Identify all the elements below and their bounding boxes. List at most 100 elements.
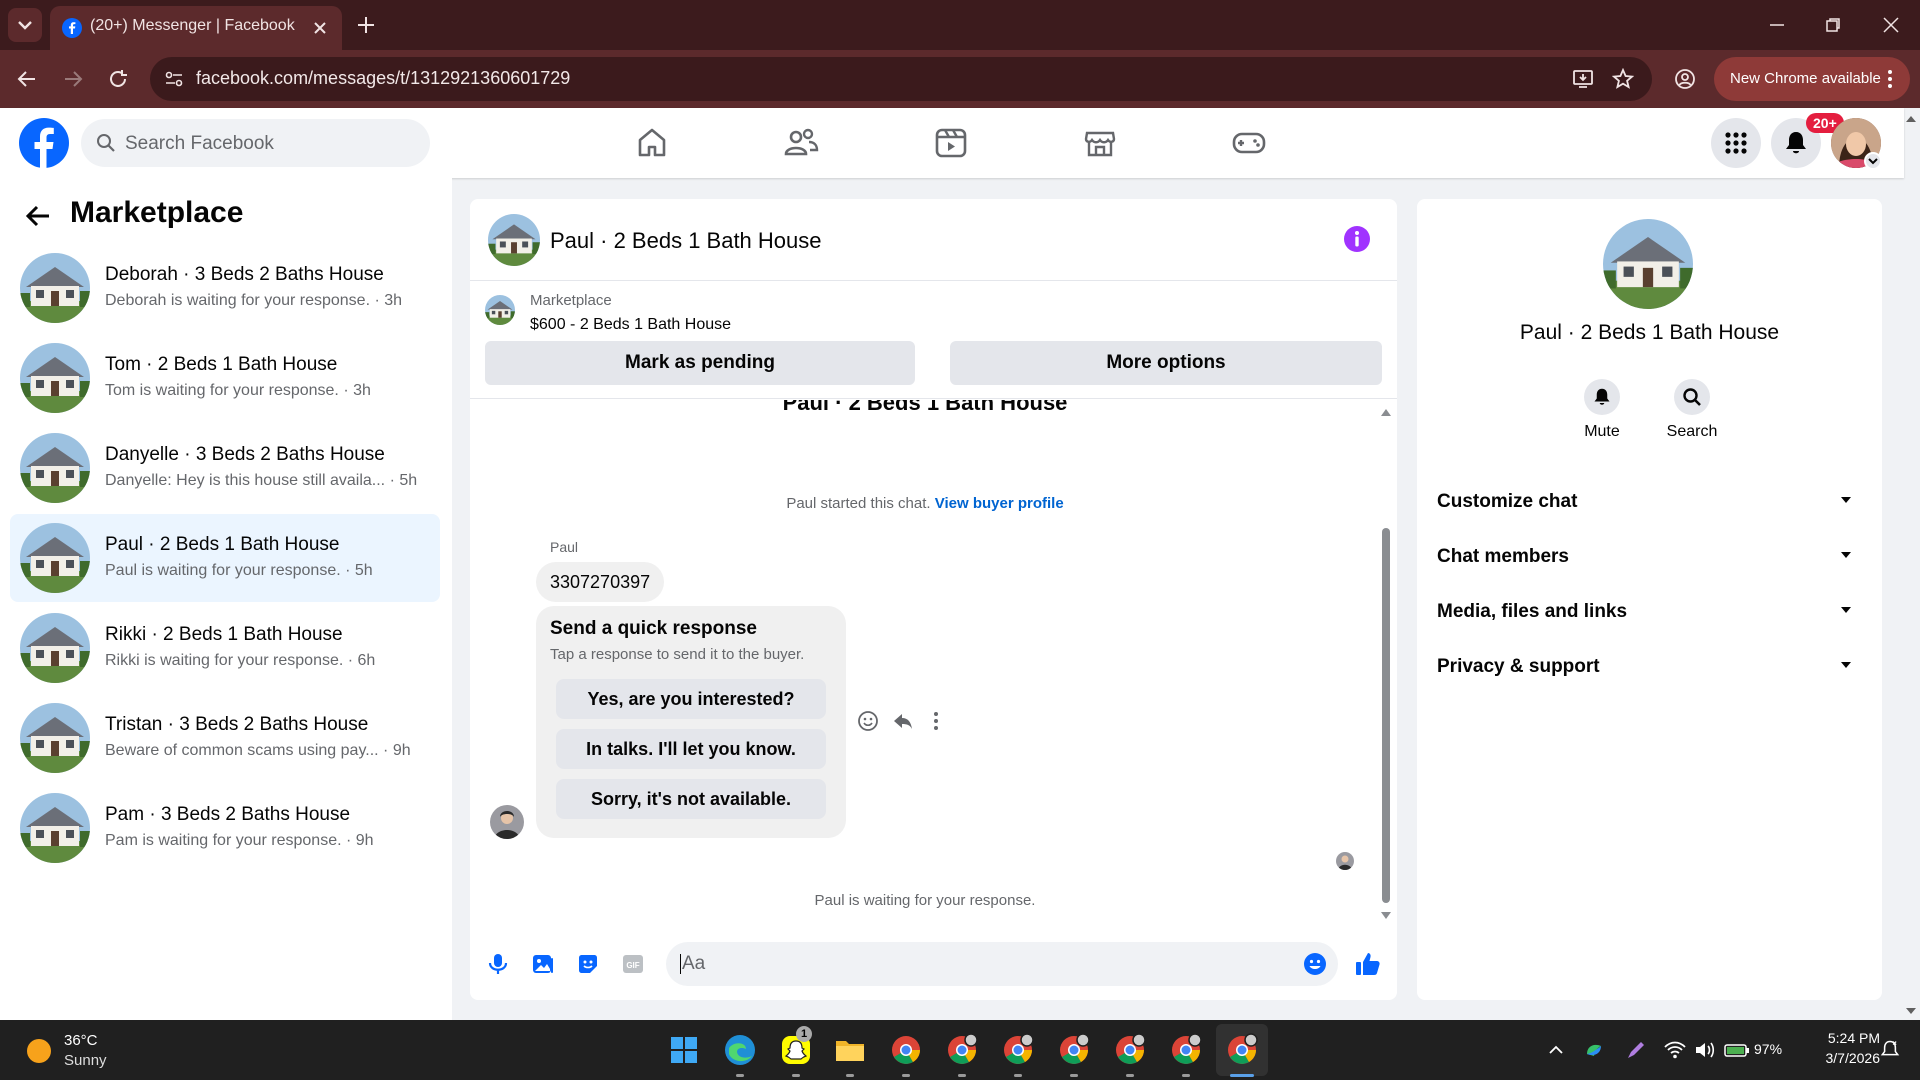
- chrome-icon[interactable]: [1166, 1030, 1206, 1070]
- volume-icon[interactable]: [1694, 1040, 1716, 1060]
- copilot-icon[interactable]: [1584, 1040, 1604, 1060]
- back-arrow-icon[interactable]: [24, 202, 52, 230]
- facebook-logo-icon[interactable]: [19, 118, 69, 168]
- conversation-item[interactable]: Danyelle · 3 Beds 2 Baths House Danyelle:…: [10, 424, 440, 512]
- tab-search-button[interactable]: [8, 8, 42, 42]
- conversation-item[interactable]: Rikki · 2 Beds 1 Bath House Rikki is wait…: [10, 604, 440, 692]
- chat-scrollbar-thumb[interactable]: [1382, 528, 1390, 903]
- more-actions-icon[interactable]: [932, 710, 940, 732]
- bookmark-star-icon[interactable]: [1612, 68, 1634, 90]
- chat-avatar[interactable]: [488, 214, 540, 266]
- clock[interactable]: 5:24 PM 3/7/2026: [1800, 1028, 1881, 1072]
- friends-icon[interactable]: [780, 122, 822, 164]
- chat-members-section[interactable]: Chat members: [1437, 536, 1862, 576]
- quick-response-in-talks[interactable]: In talks. I'll let you know.: [556, 729, 826, 769]
- page-scroll-down-icon[interactable]: [1904, 1004, 1918, 1018]
- wifi-icon[interactable]: [1664, 1040, 1686, 1060]
- chrome-icon[interactable]: [1110, 1030, 1150, 1070]
- thumbs-up-icon[interactable]: [1354, 950, 1382, 978]
- microphone-icon[interactable]: [486, 952, 510, 976]
- reply-icon[interactable]: [892, 710, 914, 732]
- message-input[interactable]: Aa: [666, 942, 1338, 986]
- back-icon[interactable]: [16, 68, 38, 90]
- conversation-avatar: [20, 433, 90, 503]
- forward-icon[interactable]: [62, 68, 84, 90]
- conversation-item[interactable]: Deborah · 3 Beds 2 Baths House Deborah is…: [10, 244, 440, 332]
- minimize-icon[interactable]: [1768, 16, 1786, 34]
- page-scroll-up-icon[interactable]: [1904, 112, 1918, 126]
- search-in-chat-button[interactable]: Search: [1662, 379, 1722, 449]
- conversation-item[interactable]: Pam · 3 Beds 2 Baths House Pam is waiting…: [10, 784, 440, 872]
- read-receipt-avatar: [1336, 852, 1354, 870]
- conversation-item[interactable]: Paul · 2 Beds 1 Bath House Paul is waitin…: [10, 514, 440, 602]
- close-window-icon[interactable]: [1882, 16, 1900, 34]
- kebab-menu-icon[interactable]: [1886, 69, 1894, 89]
- pen-icon[interactable]: [1626, 1040, 1646, 1060]
- mute-circle: [1584, 379, 1620, 415]
- details-avatar[interactable]: [1603, 219, 1693, 309]
- video-icon[interactable]: [930, 122, 972, 164]
- chrome-icon[interactable]: [942, 1030, 982, 1070]
- bell-icon: [1594, 388, 1610, 405]
- conversation-item[interactable]: Tom · 2 Beds 1 Bath House Tom is waiting …: [10, 334, 440, 422]
- taskbar-indicator: [958, 1074, 966, 1077]
- chevron-down-icon: [1841, 662, 1851, 668]
- conversation-preview: Paul is waiting for your response. · 5h: [105, 562, 373, 579]
- close-tab-icon[interactable]: [312, 20, 328, 36]
- privacy-support-section[interactable]: Privacy & support: [1437, 646, 1862, 686]
- chrome-icon[interactable]: [998, 1030, 1038, 1070]
- quick-response-not-available[interactable]: Sorry, it's not available.: [556, 779, 826, 819]
- more-options-button[interactable]: More options: [950, 341, 1382, 385]
- chrome-icon[interactable]: [1054, 1030, 1094, 1070]
- sender-avatar[interactable]: [490, 805, 524, 839]
- weather-widget[interactable]: 36°C Sunny: [14, 1026, 134, 1074]
- address-bar[interactable]: facebook.com/messages/t/1312921360601729: [150, 57, 1652, 101]
- search-facebook-input[interactable]: Search Facebook: [81, 119, 430, 167]
- gif-icon[interactable]: GIF: [621, 952, 645, 976]
- chat-title[interactable]: Paul · 2 Beds 1 Bath House: [550, 228, 822, 254]
- file-explorer-icon[interactable]: [830, 1030, 870, 1070]
- menu-button[interactable]: [1711, 118, 1761, 168]
- profile-icon[interactable]: [1674, 68, 1696, 90]
- browser-tab[interactable]: (20+) Messenger | Facebook: [50, 6, 342, 50]
- search-circle: [1674, 379, 1710, 415]
- chrome-icon[interactable]: [886, 1030, 926, 1070]
- new-tab-icon[interactable]: [356, 15, 376, 35]
- mute-button[interactable]: Mute: [1572, 379, 1632, 449]
- info-icon[interactable]: [1343, 225, 1371, 253]
- chat-scroll-down-icon[interactable]: [1379, 910, 1393, 922]
- listing-title[interactable]: $600 - 2 Beds 1 Bath House: [530, 316, 731, 334]
- listing-thumbnail[interactable]: [485, 295, 515, 325]
- new-chrome-available-button[interactable]: New Chrome available: [1714, 57, 1910, 101]
- reload-icon[interactable]: [107, 68, 129, 90]
- gaming-icon[interactable]: [1228, 122, 1270, 164]
- home-icon[interactable]: [631, 122, 673, 164]
- conversation-name: Deborah · 3 Beds 2 Baths House: [105, 264, 384, 285]
- marketplace-icon[interactable]: [1079, 122, 1121, 164]
- conversation-item[interactable]: Tristan · 3 Beds 2 Baths House Beware of …: [10, 694, 440, 782]
- sticker-icon[interactable]: [576, 952, 600, 976]
- chat-scroll-up-icon[interactable]: [1379, 406, 1393, 418]
- notification-center-icon[interactable]: [1880, 1040, 1900, 1060]
- mark-as-pending-button[interactable]: Mark as pending: [485, 341, 915, 385]
- house-photo-icon: [488, 214, 540, 266]
- browser-toolbar: facebook.com/messages/t/1312921360601729…: [0, 50, 1920, 108]
- emoji-icon[interactable]: [1303, 952, 1327, 976]
- site-info-icon[interactable]: [164, 70, 184, 88]
- customize-chat-section[interactable]: Customize chat: [1437, 481, 1862, 521]
- media-files-links-section[interactable]: Media, files and links: [1437, 591, 1862, 631]
- edge-icon[interactable]: [720, 1030, 760, 1070]
- message-bubble[interactable]: 3307270397: [536, 562, 665, 602]
- quick-response-yes[interactable]: Yes, are you interested?: [556, 679, 826, 719]
- tray-overflow-icon[interactable]: [1548, 1042, 1564, 1058]
- restore-icon[interactable]: [1824, 16, 1842, 34]
- account-dropdown[interactable]: [1864, 152, 1882, 170]
- view-buyer-profile-link[interactable]: View buyer profile: [935, 495, 1064, 512]
- battery-icon[interactable]: [1724, 1042, 1750, 1058]
- windows-start-icon[interactable]: [664, 1030, 704, 1070]
- photo-icon[interactable]: [531, 952, 555, 976]
- chrome-icon[interactable]: [1222, 1030, 1262, 1070]
- install-app-icon[interactable]: [1572, 68, 1594, 90]
- windows-taskbar: 36°C Sunny 1 97% 5:24 PM 3/7/2026: [0, 1020, 1920, 1080]
- react-emoji-icon[interactable]: [857, 710, 879, 732]
